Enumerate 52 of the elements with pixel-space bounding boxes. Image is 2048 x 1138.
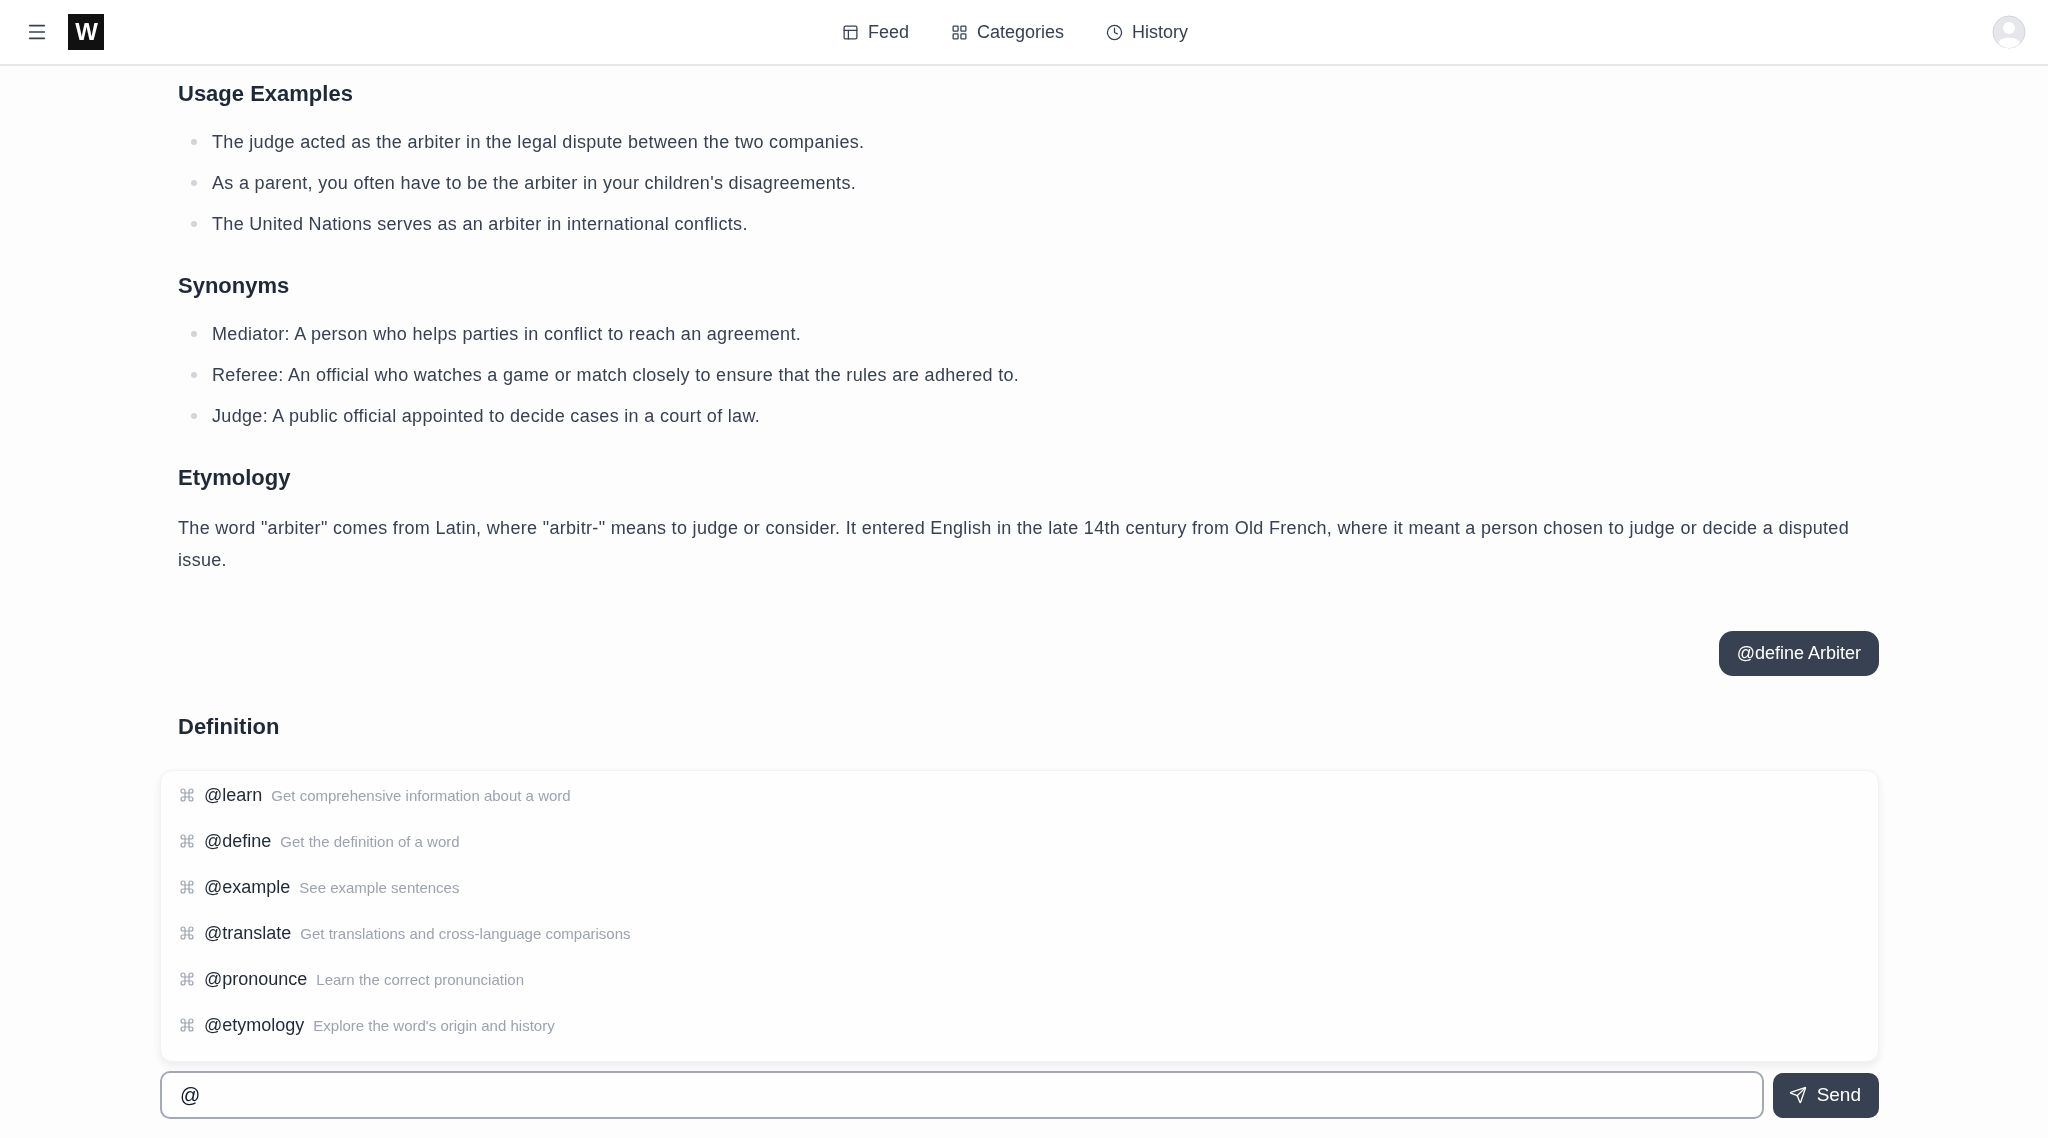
- command-name: @define: [204, 830, 272, 852]
- nav-link[interactable]: History: [1106, 21, 1189, 43]
- message-input[interactable]: @: [160, 1071, 1764, 1119]
- list-item-text: As a parent, you often have to be the arbiter in your children's disagreements.: [212, 172, 857, 195]
- command-menu-item[interactable]: @define Get the definition of a word: [161, 818, 1878, 864]
- section-heading: Usage Examples: [178, 80, 353, 108]
- command-name: @pronounce: [204, 968, 308, 990]
- command-name: @example: [204, 876, 291, 898]
- bullet-icon: [191, 372, 197, 378]
- command-description: Get comprehensive information about a word: [271, 786, 571, 804]
- command-icon: [179, 925, 195, 941]
- paragraph-text: The word "arbiter" comes from Latin, where "arbitr-" means to judge or consider. It entered English in the late 14th century from Old French, where it meant a person chosen to judge or decide a disputed issue.: [178, 517, 1851, 572]
- nav-link[interactable]: Feed: [841, 21, 909, 43]
- command-icon: [179, 787, 195, 803]
- command-icon: [179, 879, 195, 895]
- command-description: Get the definition of a word: [280, 832, 460, 850]
- bullet-icon: [191, 221, 197, 227]
- command-menu-item[interactable]: @translate Get translations and cross-language comparisons: [161, 910, 1878, 956]
- user-message-bubble: @define Arbiter: [1718, 631, 1879, 676]
- logo[interactable]: W: [68, 14, 104, 50]
- bullet-icon: [191, 413, 197, 419]
- command-description: Learn the correct pronunciation: [316, 970, 524, 988]
- command-description: Get translations and cross-language comparisons: [300, 924, 631, 942]
- bullet-icon: [191, 139, 197, 145]
- list-item-text: Mediator: A person who helps parties in conflict to reach an agreement.: [212, 323, 802, 346]
- section-heading: Definition: [178, 713, 280, 741]
- nav-link[interactable]: Categories: [951, 21, 1065, 43]
- send-button[interactable]: Send: [1772, 1072, 1879, 1118]
- list-item-text: Referee: An official who watches a game or match closely to ensure that the rules are adhered to.: [212, 364, 1020, 387]
- layout-icon: [841, 23, 859, 41]
- bullet-icon: [191, 331, 197, 337]
- command-name: @translate: [204, 922, 292, 944]
- list-item-text: The United Nations serves as an arbiter in international conflicts.: [212, 213, 748, 236]
- send-icon: [1788, 1086, 1807, 1104]
- command-name: @etymology: [204, 1014, 305, 1036]
- command-menu-item[interactable]: @example See example sentences: [161, 864, 1878, 910]
- list-item-text: The judge acted as the arbiter in the legal dispute between the two companies.: [212, 131, 865, 154]
- section-heading: Synonyms: [178, 272, 290, 300]
- command-icon: [179, 833, 195, 849]
- section-heading: Etymology: [178, 464, 291, 492]
- command-menu-item[interactable]: @learn Get comprehensive information about a word: [161, 772, 1878, 818]
- command-icon: [179, 1017, 195, 1033]
- command-menu-item[interactable]: @pronounce Learn the correct pronunciation: [161, 956, 1878, 1002]
- command-menu-item[interactable]: @etymology Explore the word's origin and history: [161, 1002, 1878, 1048]
- bullet-icon: [191, 180, 197, 186]
- clock-icon: [1106, 23, 1124, 41]
- command-icon: [179, 971, 195, 987]
- command-description: See example sentences: [299, 878, 460, 896]
- command-name: @learn: [204, 784, 263, 806]
- command-description: Explore the word's origin and history: [313, 1016, 555, 1034]
- list-item-text: Judge: A public official appointed to decide cases in a court of law.: [212, 405, 761, 428]
- grid-icon: [951, 23, 968, 41]
